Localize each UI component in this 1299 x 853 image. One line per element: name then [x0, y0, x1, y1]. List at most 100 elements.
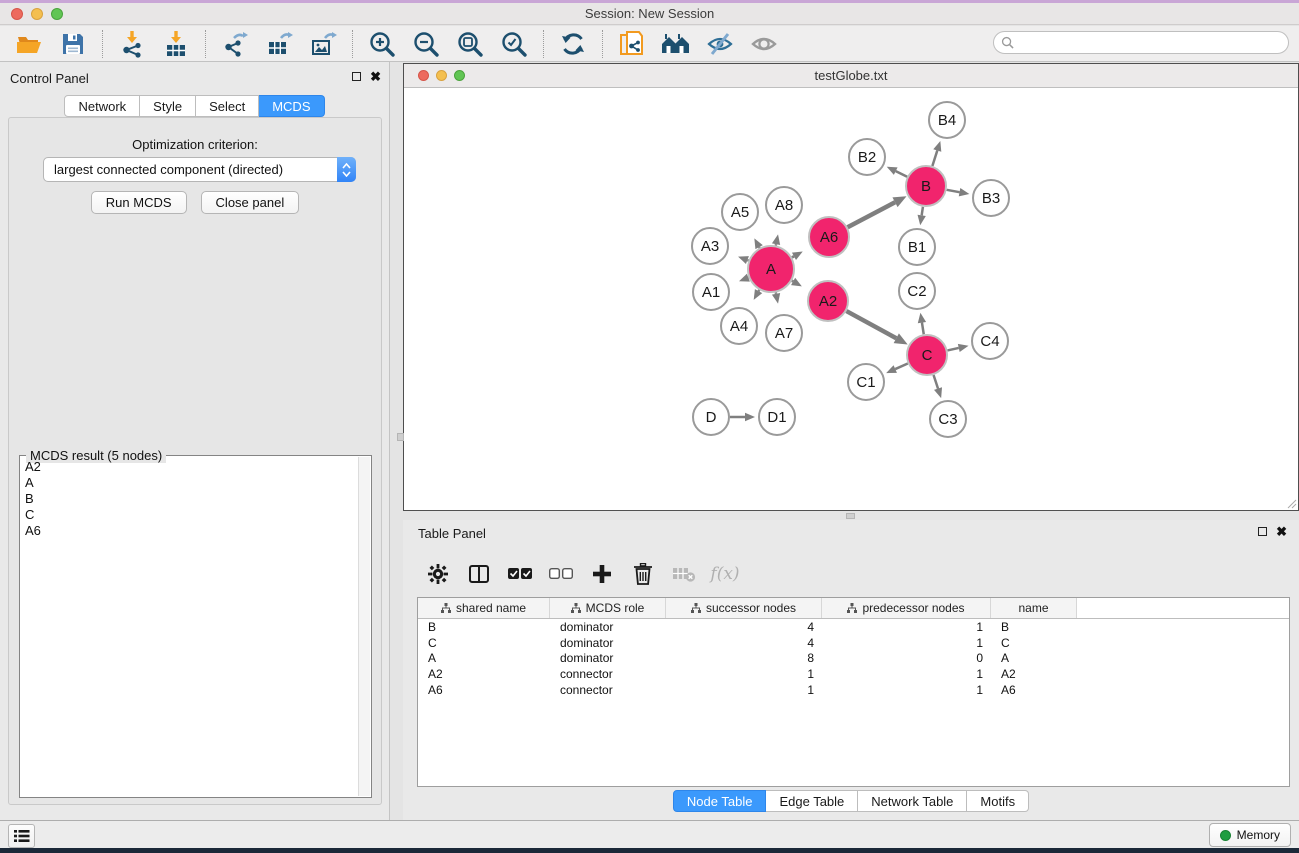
show-graphics-details-button[interactable]: [748, 29, 780, 59]
resize-grip-icon[interactable]: [1285, 497, 1297, 509]
open-session-button[interactable]: [13, 29, 45, 59]
graph-edge[interactable]: [792, 281, 793, 282]
table-cell[interactable]: dominator: [550, 651, 666, 667]
table-cell[interactable]: A2: [418, 666, 550, 682]
table-cell[interactable]: B: [991, 619, 1077, 635]
table-cell[interactable]: 1: [822, 619, 991, 635]
import-network-button[interactable]: [116, 29, 148, 59]
table-cell[interactable]: 8: [666, 651, 822, 667]
table-cell[interactable]: B: [418, 619, 550, 635]
column-header[interactable]: predecessor nodes: [822, 598, 991, 618]
table-cell[interactable]: 1: [822, 682, 991, 698]
show-columns-button[interactable]: [466, 561, 492, 587]
result-item[interactable]: A: [21, 475, 358, 491]
result-item[interactable]: C: [21, 507, 358, 523]
result-scrollbar[interactable]: [358, 457, 370, 796]
tab-mcds[interactable]: MCDS: [259, 95, 324, 117]
task-history-button[interactable]: [8, 824, 35, 848]
result-item[interactable]: A2: [21, 459, 358, 475]
delete-table-button[interactable]: [671, 561, 697, 587]
table-cell[interactable]: 1: [822, 635, 991, 651]
table-cell[interactable]: A: [418, 651, 550, 667]
table-cell[interactable]: C: [991, 635, 1077, 651]
result-item[interactable]: B: [21, 491, 358, 507]
tab-style[interactable]: Style: [140, 95, 196, 117]
zoom-selected-button[interactable]: [498, 29, 530, 59]
table-cell[interactable]: A6: [418, 682, 550, 698]
table-row[interactable]: A2connector11A2: [418, 666, 1289, 682]
float-panel-icon[interactable]: [352, 72, 361, 81]
save-session-button[interactable]: [57, 29, 89, 59]
export-network-button[interactable]: [219, 29, 251, 59]
table-header-row[interactable]: shared nameMCDS rolesuccessor nodesprede…: [418, 598, 1289, 619]
graph-edge[interactable]: [934, 375, 938, 389]
tab-edge-table[interactable]: Edge Table: [766, 790, 858, 812]
table-mode-button[interactable]: [425, 561, 451, 587]
table-row[interactable]: Bdominator41B: [418, 619, 1289, 635]
graph-edge[interactable]: [922, 323, 924, 335]
zoom-out-button[interactable]: [410, 29, 442, 59]
search-input[interactable]: [1014, 32, 1288, 53]
table-cell[interactable]: A6: [991, 682, 1077, 698]
first-neighbors-button[interactable]: [660, 29, 692, 59]
table-cell[interactable]: A2: [991, 666, 1077, 682]
float-panel-icon[interactable]: [1258, 527, 1267, 536]
table-row[interactable]: A6connector11A6: [418, 682, 1289, 698]
create-column-button[interactable]: [589, 561, 615, 587]
result-item[interactable]: A6: [21, 523, 358, 539]
table-row[interactable]: Cdominator41C: [418, 635, 1289, 651]
table-cell[interactable]: 0: [822, 651, 991, 667]
graph-edge[interactable]: [947, 190, 960, 192]
table-cell[interactable]: 1: [666, 666, 822, 682]
panel-splitter-handle[interactable]: [397, 433, 404, 441]
table-cell[interactable]: 1: [666, 682, 822, 698]
export-table-button[interactable]: [263, 29, 295, 59]
panel-splitter-handle[interactable]: [846, 513, 855, 519]
table-cell[interactable]: 1: [822, 666, 991, 682]
table-cell[interactable]: dominator: [550, 619, 666, 635]
column-header[interactable]: name: [991, 598, 1077, 618]
tab-network-table[interactable]: Network Table: [858, 790, 967, 812]
column-header[interactable]: MCDS role: [550, 598, 666, 618]
node-table[interactable]: shared nameMCDS rolesuccessor nodesprede…: [417, 597, 1290, 787]
graph-edge[interactable]: [846, 311, 896, 338]
close-panel-icon[interactable]: ✖: [370, 72, 381, 81]
table-cell[interactable]: A: [991, 651, 1077, 667]
refresh-button[interactable]: [557, 29, 589, 59]
table-cell[interactable]: dominator: [550, 635, 666, 651]
hide-graphics-details-button[interactable]: [704, 29, 736, 59]
tab-network[interactable]: Network: [64, 95, 140, 117]
graph-edge[interactable]: [759, 290, 760, 291]
close-panel-button[interactable]: Close panel: [201, 191, 300, 214]
column-header[interactable]: shared name: [418, 598, 550, 618]
table-cell[interactable]: 4: [666, 635, 822, 651]
table-body[interactable]: Bdominator41BCdominator41CAdominator80AA…: [418, 619, 1289, 698]
zoom-fit-button[interactable]: [454, 29, 486, 59]
table-cell[interactable]: connector: [550, 682, 666, 698]
graph-edge[interactable]: [947, 348, 958, 351]
run-mcds-button[interactable]: Run MCDS: [91, 191, 187, 214]
tab-select[interactable]: Select: [196, 95, 259, 117]
graph-edge[interactable]: [896, 171, 907, 177]
tab-node-table[interactable]: Node Table: [673, 790, 767, 812]
search-field[interactable]: [993, 31, 1289, 54]
table-row[interactable]: Adominator80A: [418, 651, 1289, 667]
function-builder-button[interactable]: f(x): [712, 561, 738, 587]
criterion-dropdown[interactable]: largest connected component (directed): [43, 157, 356, 182]
network-graph[interactable]: B4B2BB3A8A5A6A3B1AA1C2A2A4A7C4CC1C3DD1: [404, 88, 1298, 510]
graph-edge[interactable]: [932, 150, 937, 165]
table-cell[interactable]: 4: [666, 619, 822, 635]
deselect-all-button[interactable]: [548, 561, 574, 587]
network-canvas[interactable]: B4B2BB3A8A5A6A3B1AA1C2A2A4A7C4CC1C3DD1: [404, 88, 1298, 510]
graph-edge[interactable]: [895, 363, 908, 369]
column-header[interactable]: successor nodes: [666, 598, 822, 618]
new-network-from-selection-button[interactable]: [616, 29, 648, 59]
graph-edge[interactable]: [922, 207, 923, 216]
import-table-button[interactable]: [160, 29, 192, 59]
graph-edge[interactable]: [792, 256, 794, 257]
mcds-result-list[interactable]: A2ABCA6: [21, 459, 358, 796]
export-image-button[interactable]: [307, 29, 339, 59]
delete-columns-button[interactable]: [630, 561, 656, 587]
select-all-button[interactable]: [507, 561, 533, 587]
network-window-titlebar[interactable]: testGlobe.txt: [404, 64, 1298, 88]
